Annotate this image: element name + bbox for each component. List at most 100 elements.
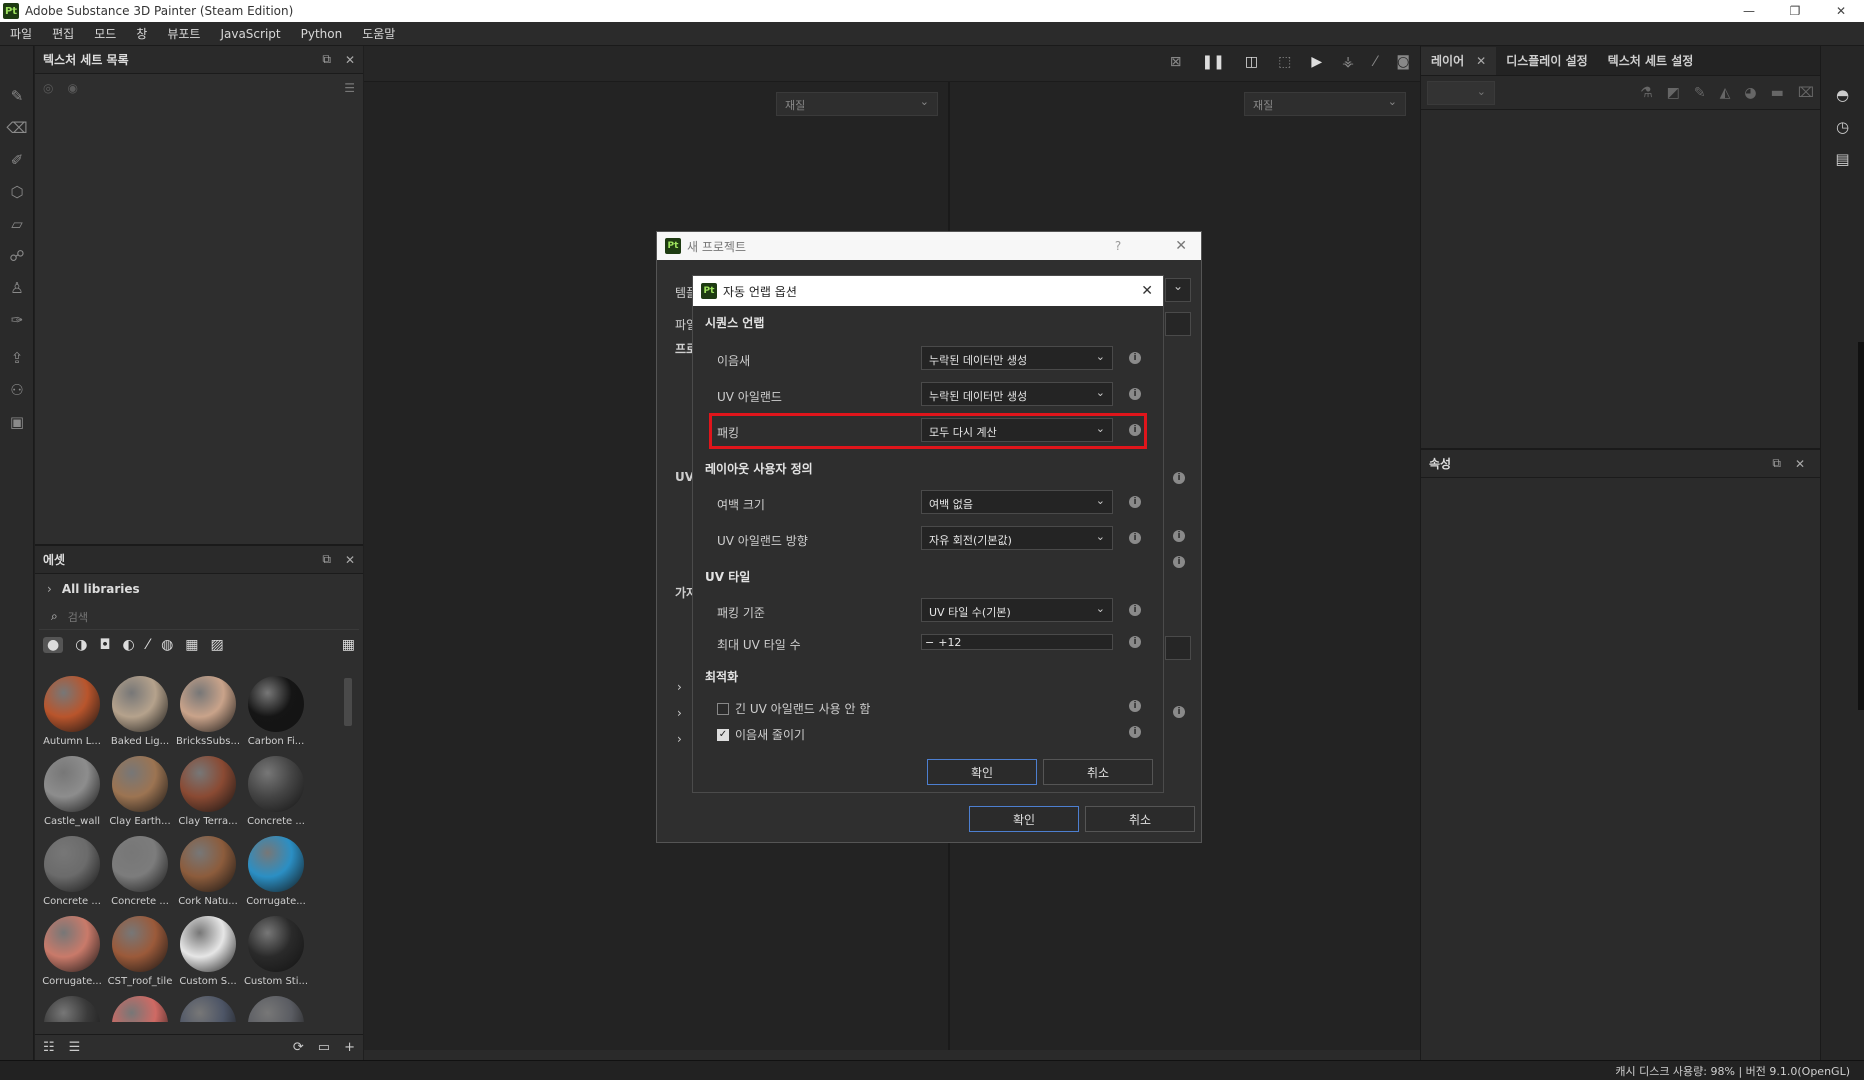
info-icon[interactable]: i bbox=[1173, 556, 1185, 568]
close-panel-icon[interactable]: ✕ bbox=[345, 53, 355, 67]
add-fill-layer-icon[interactable]: ◭ bbox=[1720, 85, 1731, 101]
new-project-ok-button[interactable]: 확인 bbox=[969, 806, 1079, 832]
pause-icon[interactable]: ❚❚ bbox=[1201, 54, 1224, 70]
tab-display-settings[interactable]: 디스플레이 설정 bbox=[1496, 47, 1597, 75]
detail-view-icon[interactable]: ☰ bbox=[69, 1040, 81, 1055]
filter-alphas-icon[interactable]: ▦ bbox=[185, 637, 198, 653]
brush-line-icon[interactable]: ⁄ bbox=[1374, 54, 1376, 70]
asset-item[interactable]: Custom Sti... bbox=[243, 916, 309, 994]
polygon-fill-icon[interactable]: ▱ bbox=[0, 208, 34, 240]
add-paint-layer-icon[interactable]: ✎ bbox=[1694, 85, 1706, 101]
long-islands-checkbox[interactable] bbox=[717, 702, 729, 715]
filter-filters-icon[interactable]: ◐ bbox=[123, 637, 135, 653]
filter-environments-icon[interactable]: ▨ bbox=[211, 637, 224, 653]
menu-mode[interactable]: 모드 bbox=[84, 25, 126, 42]
add-folder-icon[interactable]: ▬ bbox=[1771, 85, 1784, 101]
camera-icon[interactable]: ▶ bbox=[1311, 54, 1322, 70]
asset-search-input[interactable]: 검색 bbox=[68, 609, 88, 625]
menu-javascript[interactable]: JavaScript bbox=[210, 27, 290, 41]
refresh-icon[interactable]: ⟳ bbox=[293, 1040, 304, 1055]
close-dialog-icon[interactable]: ✕ bbox=[1175, 238, 1187, 254]
bake-icon[interactable]: ⚇ bbox=[0, 374, 34, 406]
close-panel-icon[interactable]: ✕ bbox=[345, 553, 355, 567]
asset-item[interactable]: Concrete ... bbox=[39, 836, 105, 914]
add-icon[interactable]: + bbox=[344, 1040, 355, 1055]
filter-smart-materials-icon[interactable]: ◑ bbox=[75, 637, 87, 653]
visibility-hide-icon[interactable]: ◎ bbox=[43, 81, 53, 95]
float-panel-icon[interactable]: ⧉ bbox=[322, 552, 331, 567]
info-icon[interactable]: i bbox=[1129, 604, 1141, 616]
folder-icon[interactable]: ▭ bbox=[318, 1040, 330, 1055]
expand-chevron-icon[interactable]: › bbox=[677, 680, 682, 694]
asset-scrollbar[interactable] bbox=[344, 678, 352, 726]
community-icon[interactable]: ◓ bbox=[1836, 86, 1849, 104]
asset-item[interactable]: Castle_wall bbox=[39, 756, 105, 834]
menu-window[interactable]: 창 bbox=[126, 25, 157, 42]
info-icon[interactable]: i bbox=[1129, 700, 1141, 712]
asset-item[interactable]: Corrugate... bbox=[243, 836, 309, 914]
asset-item[interactable]: BricksSubs... bbox=[175, 676, 241, 754]
maximize-button[interactable]: ❐ bbox=[1772, 0, 1818, 22]
screenshot-icon[interactable]: ▣ bbox=[0, 406, 34, 438]
close-panel-icon[interactable]: ✕ bbox=[1795, 457, 1805, 471]
uv-view-icon[interactable]: ⊠ bbox=[1170, 54, 1182, 70]
split-view-icon[interactable]: ◫ bbox=[1245, 54, 1258, 70]
paint-brush-icon[interactable]: ✎ bbox=[0, 80, 34, 112]
info-icon[interactable]: i bbox=[1173, 530, 1185, 542]
info-icon[interactable]: i bbox=[1129, 352, 1141, 364]
chevron-right-icon[interactable]: › bbox=[47, 582, 52, 596]
seam-select[interactable]: 누락된 데이터만 생성 ⌄ bbox=[921, 346, 1113, 370]
info-icon[interactable]: i bbox=[1129, 388, 1141, 400]
asset-item[interactable]: Clay Terra... bbox=[175, 756, 241, 834]
float-panel-icon[interactable]: ⧉ bbox=[1772, 456, 1781, 471]
info-icon[interactable]: i bbox=[1173, 706, 1185, 718]
info-icon[interactable]: i bbox=[1129, 532, 1141, 544]
asset-item[interactable] bbox=[107, 996, 173, 1022]
asset-item[interactable] bbox=[175, 996, 241, 1022]
increment-button[interactable]: + bbox=[938, 636, 947, 649]
right-scrollbar[interactable] bbox=[1858, 342, 1864, 710]
panel-menu-icon[interactable]: ☰ bbox=[344, 81, 355, 95]
asset-item[interactable]: Concrete ... bbox=[107, 836, 173, 914]
menu-help[interactable]: 도움말 bbox=[352, 25, 405, 42]
reduce-seams-checkbox[interactable]: ✓ bbox=[717, 728, 729, 741]
pack-by-select[interactable]: UV 타일 수(기본) ⌄ bbox=[921, 598, 1113, 622]
menu-viewport[interactable]: 뷰포트 bbox=[157, 25, 210, 42]
add-smart-material-icon[interactable]: ◕ bbox=[1744, 85, 1756, 101]
viewport-3d-channel-select[interactable]: 재질 bbox=[1244, 92, 1406, 116]
asset-item[interactable]: Carbon Fi... bbox=[243, 676, 309, 754]
tab-layers[interactable]: 레이어 ✕ bbox=[1421, 46, 1497, 75]
list-view-icon[interactable]: ☷ bbox=[43, 1040, 55, 1055]
viewport-scrollbar[interactable] bbox=[364, 1050, 1420, 1060]
file-select-button[interactable] bbox=[1165, 312, 1191, 336]
menu-edit[interactable]: 편집 bbox=[42, 25, 84, 42]
reduce-seams-checkbox-row[interactable]: ✓ 이음새 줄이기 bbox=[717, 726, 805, 743]
asset-item[interactable] bbox=[39, 996, 105, 1022]
minimize-button[interactable]: — bbox=[1726, 0, 1772, 22]
eraser-icon[interactable]: ⌫ bbox=[0, 112, 34, 144]
new-project-cancel-button[interactable]: 취소 bbox=[1085, 806, 1195, 832]
asset-item[interactable] bbox=[243, 996, 309, 1022]
close-tab-icon[interactable]: ✕ bbox=[1476, 54, 1486, 68]
close-window-button[interactable]: ✕ bbox=[1818, 0, 1864, 22]
max-tiles-stepper[interactable]: − + 12 bbox=[921, 634, 1113, 650]
template-dropdown-chevron[interactable]: ⌄ bbox=[1165, 278, 1191, 302]
asset-item[interactable]: Concrete ... bbox=[243, 756, 309, 834]
margin-select[interactable]: 여백 없음 ⌄ bbox=[921, 490, 1113, 514]
asset-item[interactable]: Clay Earth... bbox=[107, 756, 173, 834]
filter-particles-icon[interactable]: ◍ bbox=[161, 637, 173, 653]
expand-chevron-icon[interactable]: › bbox=[677, 732, 682, 746]
add-effect-icon[interactable]: ⚗ bbox=[1640, 85, 1653, 101]
asset-item[interactable]: Cork Natu... bbox=[175, 836, 241, 914]
history-icon[interactable]: ◷ bbox=[1836, 118, 1849, 136]
info-icon[interactable]: i bbox=[1129, 636, 1141, 648]
help-button[interactable]: ? bbox=[1115, 239, 1121, 253]
menu-python[interactable]: Python bbox=[291, 27, 353, 41]
import-select-button[interactable] bbox=[1165, 636, 1191, 660]
grid-view-icon[interactable]: ▦ bbox=[342, 637, 355, 653]
close-dialog-icon[interactable]: ✕ bbox=[1141, 283, 1153, 299]
info-icon[interactable]: i bbox=[1129, 496, 1141, 508]
add-mask-icon[interactable]: ◩ bbox=[1667, 85, 1680, 101]
decrement-button[interactable]: − bbox=[925, 636, 934, 649]
orientation-select[interactable]: 자유 회전(기본값) ⌄ bbox=[921, 526, 1113, 550]
